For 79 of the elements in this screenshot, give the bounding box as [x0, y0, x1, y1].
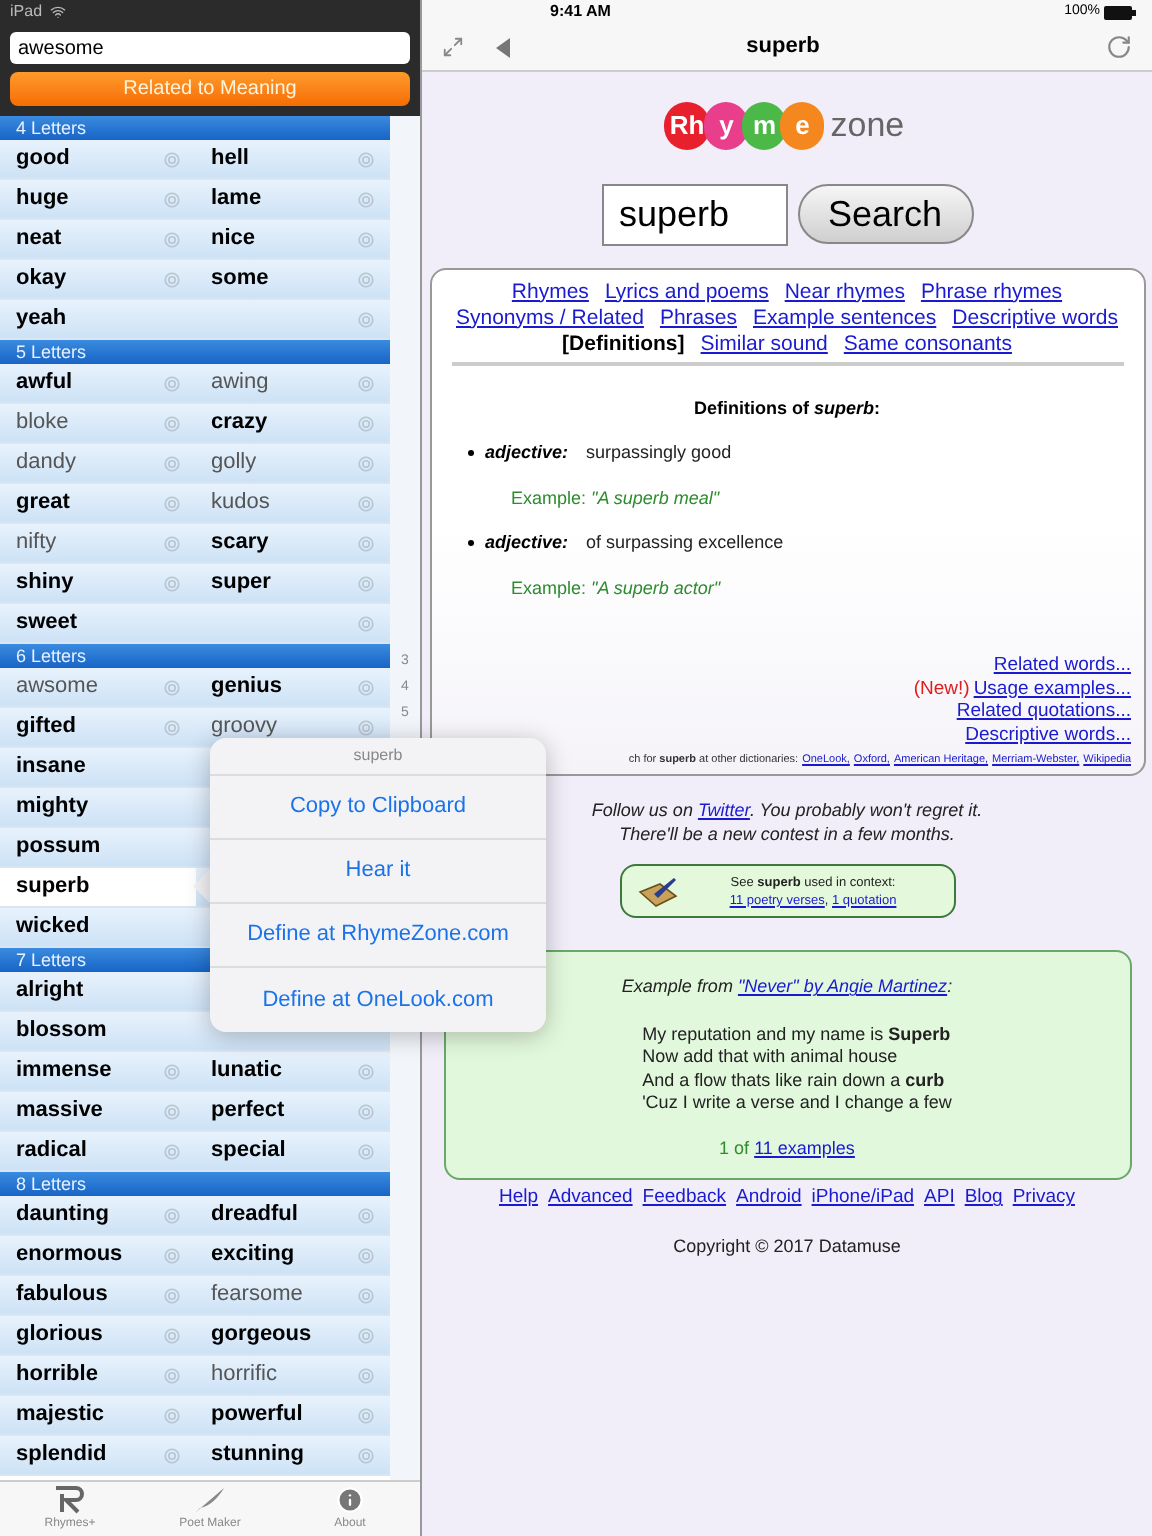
device-name: iPad — [10, 0, 43, 24]
word-text: gifted — [16, 712, 76, 743]
word-text: immense — [16, 1056, 112, 1087]
word-text: hell — [211, 144, 249, 175]
word-text: shiny — [16, 568, 74, 599]
copyright: Copyright © 2017 Datamuse — [673, 1233, 901, 1260]
word-text: exciting — [211, 1240, 295, 1271]
word-text: horrible — [16, 1360, 98, 1391]
logo: Rh y m e zone — [669, 100, 905, 151]
word-text: special — [211, 1136, 286, 1167]
status-time: 9:41 AM — [550, 0, 611, 24]
word-text: insane — [16, 752, 86, 783]
example-text: Example: "A superb actor" — [509, 575, 723, 602]
word-text: fabulous — [16, 1280, 108, 1311]
word-text: yeah — [16, 304, 67, 335]
word-text: crazy — [211, 408, 268, 439]
word-text: powerful — [211, 1400, 303, 1431]
word-text: blossom — [16, 1016, 107, 1047]
contest-text: There'll be a new contest in a few months. — [619, 822, 955, 847]
word-text: nice — [211, 224, 256, 255]
word-text: massive — [16, 1096, 103, 1127]
word-text: wicked — [16, 912, 90, 943]
word-text: radical — [16, 1136, 87, 1167]
word-text: awsome — [16, 672, 98, 703]
word-text: fearsome — [211, 1280, 303, 1311]
definition-text: of surpassing excellence — [586, 530, 784, 556]
section-header: 4 Letters — [0, 116, 390, 140]
word-text: sweet — [16, 608, 78, 639]
word-text: stunning — [211, 1440, 304, 1471]
word-text: good — [16, 144, 70, 175]
word-text: golly — [211, 448, 257, 479]
example-text: Example: "A superb meal" — [509, 485, 722, 512]
example-source: Example from "Never" by Angie Martinez: — [621, 974, 953, 1001]
section-header: 8 Letters — [0, 1172, 390, 1196]
word-text: dreadful — [211, 1200, 298, 1231]
word-text: some — [211, 264, 269, 295]
word-text: enormous — [16, 1240, 123, 1271]
follow-text: Follow us on Twitter. You probably won't regret it. — [591, 798, 983, 823]
page-title: superb — [744, 32, 822, 63]
word-text: lame — [211, 184, 262, 215]
lyric-line: 'Cuz I write a verse and I change a few — [642, 1092, 952, 1116]
word-text: splendid — [16, 1440, 107, 1471]
word-text: alright — [16, 976, 84, 1007]
word-text: groovy — [211, 712, 278, 743]
lyric-line: Now add that with animal house — [642, 1046, 900, 1070]
word-text: great — [16, 488, 70, 519]
word-text: perfect — [211, 1096, 285, 1127]
word-text: nifty — [16, 528, 57, 559]
new-note: (New!) — [913, 677, 970, 700]
word-text: kudos — [211, 488, 270, 519]
word-text: awing — [211, 368, 269, 399]
word-text: possum — [16, 832, 101, 863]
word-text: genius — [211, 672, 282, 703]
section-header: 5 Letters — [0, 340, 390, 364]
word-text: mighty — [16, 792, 89, 823]
part-of-speech: adjective: — [485, 530, 569, 556]
word-text: awful — [16, 368, 73, 399]
word-text: bloke — [16, 408, 69, 439]
word-text: lunatic — [211, 1056, 282, 1087]
definition-text: surpassingly good — [586, 440, 732, 466]
example-count: 1 of 11 examples — [719, 1135, 855, 1162]
section-header: 6 Letters — [0, 644, 390, 668]
word-text: neat — [16, 224, 62, 255]
word-text: okay — [16, 264, 67, 295]
word-text: super — [211, 568, 271, 599]
word-text: dandy — [16, 448, 76, 479]
word-text: majestic — [16, 1400, 105, 1431]
word-text: scary — [211, 528, 269, 559]
definitions-heading: Definitions of superb: — [693, 395, 882, 422]
word-text: daunting — [16, 1200, 109, 1231]
word-text: horrific — [211, 1360, 278, 1391]
word-text: gorgeous — [211, 1320, 312, 1351]
lyric-line: My reputation and my name is Superb — [642, 1023, 952, 1047]
part-of-speech: adjective: — [485, 440, 569, 466]
word-text: huge — [16, 184, 69, 215]
word-text: glorious — [16, 1320, 103, 1351]
lyric-line: And a flow thats like rain down a curb — [642, 1069, 947, 1093]
word-text: superb — [16, 872, 90, 903]
popover-title: superb — [353, 744, 403, 768]
